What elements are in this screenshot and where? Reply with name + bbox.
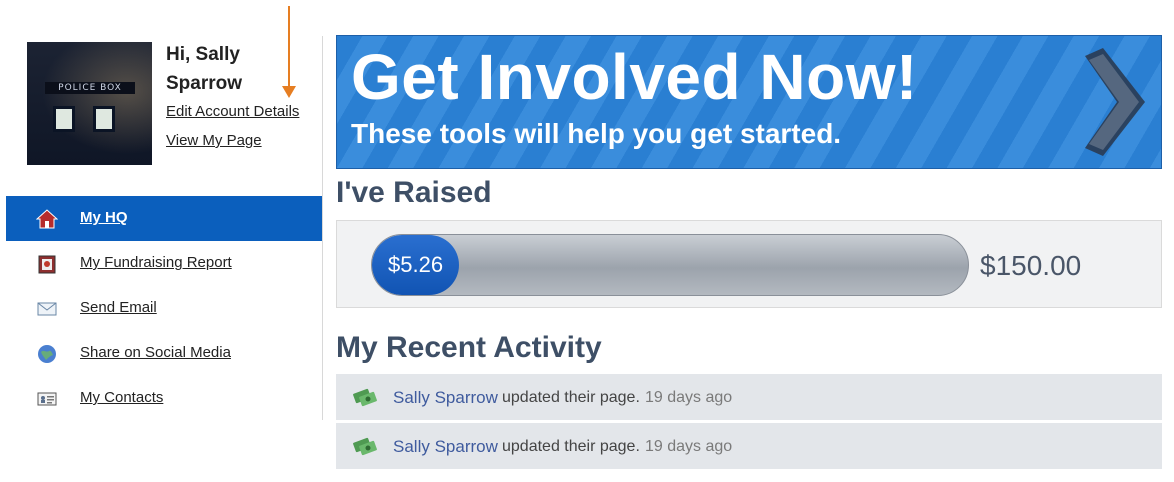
- avatar-window-left: [53, 106, 75, 132]
- avatar-sign: POLICE BOX: [45, 82, 135, 94]
- annotation-arrow-head: [282, 86, 296, 98]
- banner-subtitle: These tools will help you get started.: [351, 118, 842, 149]
- sidebar-nav: My HQ My Fundraising Report Send Email S…: [6, 196, 322, 421]
- contacts-icon: [36, 388, 58, 410]
- activity-user-link[interactable]: Sally Sparrow: [393, 388, 498, 408]
- view-my-page-link[interactable]: View My Page: [166, 132, 262, 149]
- money-icon: [352, 436, 378, 456]
- report-icon: [36, 253, 58, 275]
- activity-row: Sally Sparrow updated their page. 19 day…: [336, 423, 1162, 469]
- nav-item-share-social[interactable]: Share on Social Media: [6, 331, 322, 376]
- activity-heading: My Recent Activity: [336, 331, 602, 364]
- nav-label: Send Email: [80, 299, 157, 316]
- activity-time: 19 days ago: [645, 389, 733, 406]
- nav-label: My Fundraising Report: [80, 254, 232, 271]
- profile-avatar: POLICE BOX: [27, 42, 152, 165]
- activity-text: updated their page.: [502, 438, 640, 455]
- get-involved-banner[interactable]: Get Involved Now! These tools will help …: [336, 35, 1162, 169]
- nav-item-send-email[interactable]: Send Email: [6, 286, 322, 331]
- nav-item-my-hq[interactable]: My HQ: [6, 196, 322, 241]
- chevron-right-icon: [1085, 48, 1145, 156]
- banner-title: Get Involved Now!: [351, 41, 918, 113]
- raised-heading: I've Raised: [336, 176, 492, 209]
- home-icon: [35, 208, 59, 230]
- annotation-arrow-line: [288, 6, 290, 90]
- activity-time: 19 days ago: [645, 438, 733, 455]
- column-divider: [322, 36, 323, 420]
- progress-bar: $5.26: [371, 234, 969, 296]
- nav-item-fundraising-report[interactable]: My Fundraising Report: [6, 241, 322, 286]
- money-icon: [352, 387, 378, 407]
- nav-item-my-contacts[interactable]: My Contacts: [6, 376, 322, 421]
- nav-label: My HQ: [80, 209, 128, 226]
- nav-label: My Contacts: [80, 389, 164, 406]
- activity-text: updated their page.: [502, 389, 640, 406]
- progress-panel: $5.26 $150.00: [336, 220, 1162, 308]
- nav-label: Share on Social Media: [80, 344, 231, 361]
- activity-row: Sally Sparrow updated their page. 19 day…: [336, 374, 1162, 420]
- edit-account-details-link[interactable]: Edit Account Details: [166, 103, 299, 120]
- avatar-window-right: [93, 106, 115, 132]
- email-icon: [36, 298, 58, 320]
- avatar-highlight: [27, 42, 152, 165]
- globe-icon: [36, 343, 58, 365]
- raised-amount: $5.26: [388, 252, 444, 277]
- activity-user-link[interactable]: Sally Sparrow: [393, 437, 498, 457]
- goal-amount: $150.00: [980, 250, 1082, 281]
